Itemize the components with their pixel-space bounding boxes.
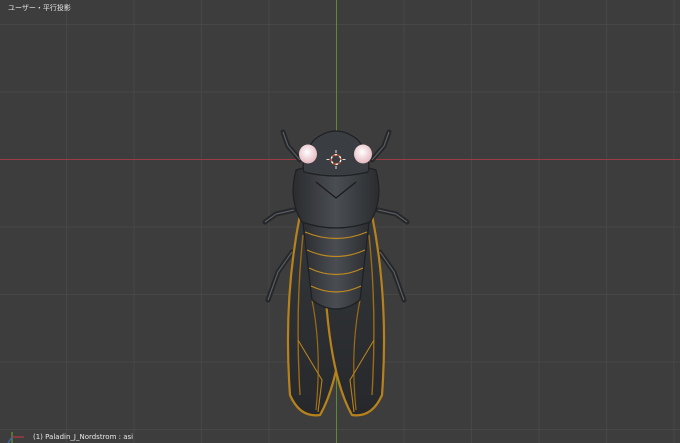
cicada-left-eye	[299, 144, 317, 164]
active-object-info: (1) Paladin_J_Nordstrom : asi	[33, 433, 134, 441]
view-mode-label: ユーザー・平行投影	[8, 4, 71, 12]
3d-viewport[interactable]: ユーザー・平行投影 (1) Paladin_J_Nordstrom : asi	[0, 0, 680, 443]
viewport-canvas[interactable]	[0, 0, 680, 443]
cicada-right-eye	[354, 144, 372, 164]
axis-gizmo-icon[interactable]	[7, 432, 24, 443]
cicada-model[interactable]	[262, 129, 410, 417]
